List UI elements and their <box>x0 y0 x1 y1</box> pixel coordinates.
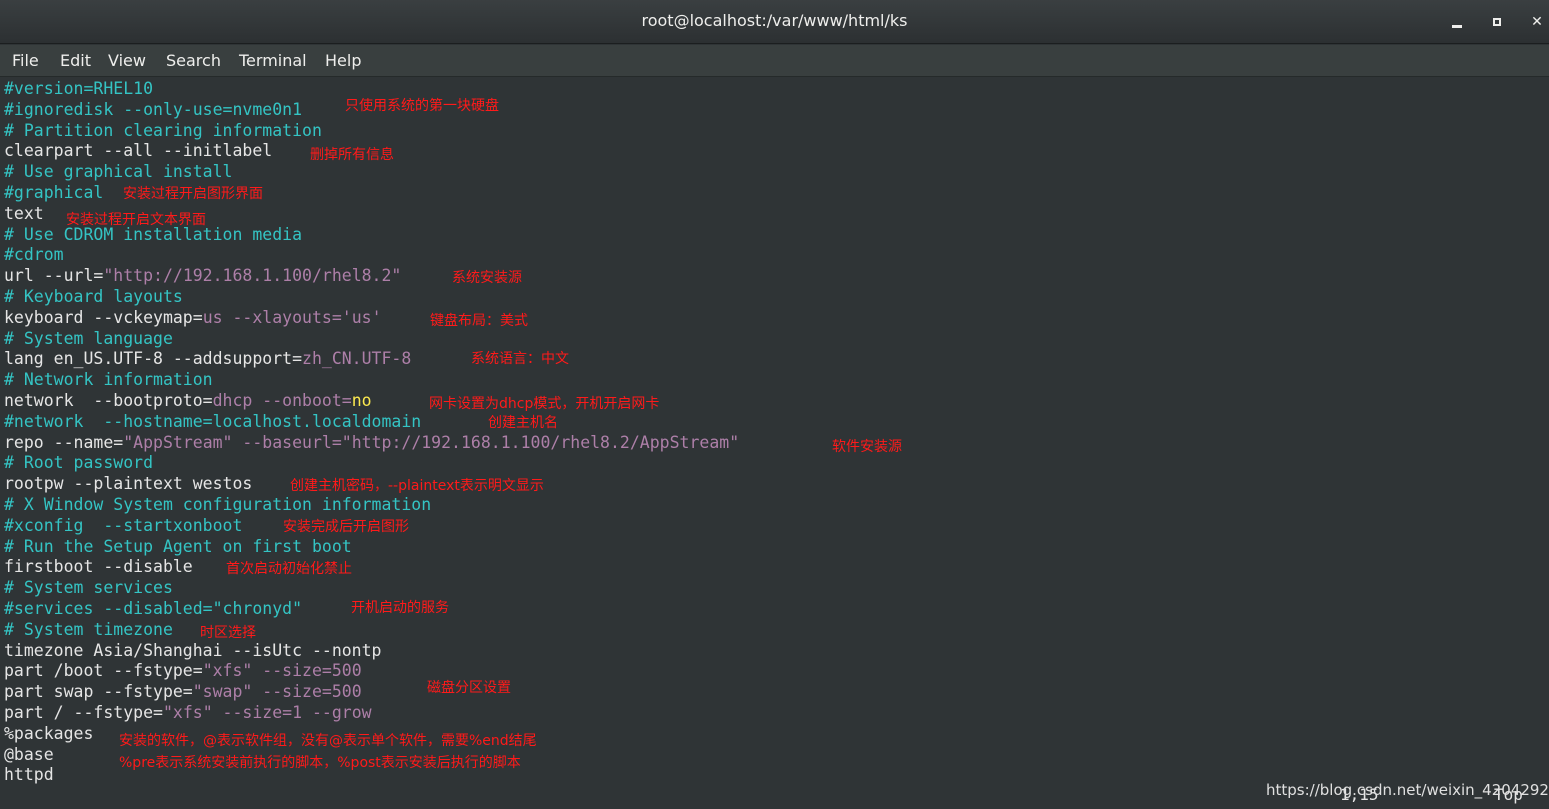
annotation: 键盘布局：美式 <box>430 313 528 329</box>
close-icon: ✕ <box>1531 14 1543 30</box>
code-line: text <box>4 204 44 223</box>
code-text: part /boot --fstype= <box>4 661 203 680</box>
code-string: dhcp <box>212 391 253 410</box>
menu-file[interactable]: File <box>12 51 39 70</box>
code-line: #network --hostname=localhost.localdomai… <box>4 412 422 431</box>
code-line: part swap --fstype="swap" --size=500 <box>4 681 362 702</box>
menu-help[interactable]: Help <box>325 51 361 70</box>
code-string: "http://192.168.1.100/rhel8.2/AppStream" <box>341 433 740 452</box>
code-line: rootpw --plaintext westos <box>4 474 253 493</box>
menu-view[interactable]: View <box>108 51 146 70</box>
code-line: #cdrom <box>4 245 64 264</box>
watermark: https://blog.csdn.net/weixin_42042926 <box>1266 781 1549 799</box>
annotation: 安装过程开启图形界面 <box>123 186 263 202</box>
code-keyword: no <box>351 391 372 410</box>
code-text: --onboot= <box>252 391 352 410</box>
code-string: "xfs" <box>162 703 213 722</box>
code-line: #xconfig --startxonboot <box>4 516 243 535</box>
code-text: --size=1 --grow <box>212 703 372 722</box>
annotation: 网卡设置为dhcp模式，开机开启网卡 <box>429 396 660 412</box>
code-line: network --bootproto=dhcp --onboot=no <box>4 390 372 411</box>
code-string: us <box>202 308 223 327</box>
code-text: part / --fstype= <box>4 703 163 722</box>
code-text: network --bootproto= <box>4 391 213 410</box>
code-line: # System services <box>4 578 173 597</box>
code-line: %packages <box>4 724 94 743</box>
annotation: %pre表示系统安装前执行的脚本，%post表示安装后执行的脚本 <box>119 755 521 771</box>
code-line: url --url="http://192.168.1.100/rhel8.2" <box>4 265 401 286</box>
annotation: 创建主机名 <box>488 415 558 431</box>
terminal-content[interactable]: #version=RHEL10 #ignoredisk --only-use=n… <box>0 78 1549 809</box>
annotation: 系统安装源 <box>452 270 522 286</box>
code-text: --xlayouts= <box>222 308 342 327</box>
code-line: repo --name="AppStream" --baseurl="http:… <box>4 432 739 453</box>
annotation: 软件安装源 <box>832 439 902 455</box>
annotation: 创建主机密码，--plaintext表示明文显示 <box>290 478 544 494</box>
annotation: 开机启动的服务 <box>351 600 449 616</box>
maximize-button[interactable] <box>1485 10 1509 34</box>
code-text: url --url= <box>4 266 104 285</box>
annotation: 只使用系统的第一块硬盘 <box>345 98 499 114</box>
window-title: root@localhost:/var/www/html/ks <box>641 11 908 30</box>
menu-edit[interactable]: Edit <box>60 51 91 70</box>
code-text: --size=500 <box>252 661 362 680</box>
code-line: # System language <box>4 329 173 348</box>
code-line: part /boot --fstype="xfs" --size=500 <box>4 660 362 681</box>
menu-bar: File Edit View Search Terminal Help <box>0 45 1549 77</box>
menu-search[interactable]: Search <box>166 51 221 70</box>
annotation: 磁盘分区设置 <box>427 680 511 696</box>
code-line: # Keyboard layouts <box>4 287 183 306</box>
code-line: #services --disabled="chronyd" <box>4 599 303 618</box>
code-text: --size=500 <box>252 682 362 701</box>
code-line: keyboard --vckeymap=us --xlayouts='us' <box>4 307 382 328</box>
code-text: lang en_US.UTF-8 --addsupport= <box>4 349 303 368</box>
code-string: zh_CN.UTF-8 <box>302 349 412 368</box>
annotation: 安装完成后开启图形 <box>283 519 409 535</box>
code-line: @base <box>4 745 54 764</box>
annotation: 时区选择 <box>200 625 256 641</box>
code-line: clearpart --all --initlabel <box>4 141 273 160</box>
minimize-icon <box>1452 25 1462 28</box>
code-string: 'us' <box>341 308 382 327</box>
code-line: # Run the Setup Agent on first boot <box>4 537 352 556</box>
code-text: repo --name= <box>4 433 124 452</box>
menu-terminal[interactable]: Terminal <box>239 51 307 70</box>
close-button[interactable]: ✕ <box>1525 10 1549 34</box>
minimize-button[interactable] <box>1445 10 1469 34</box>
annotation: 安装过程开启文本界面 <box>66 212 206 228</box>
code-line: #version=RHEL10 <box>4 79 154 98</box>
code-line: httpd <box>4 765 54 784</box>
code-string: "swap" <box>192 682 253 701</box>
code-line: # Use graphical install <box>4 162 233 181</box>
annotation: 安装的软件，@表示软件组，没有@表示单个软件，需要%end结尾 <box>119 733 537 749</box>
annotation: 系统语言：中文 <box>471 351 569 367</box>
code-line: # System timezone <box>4 620 173 639</box>
code-line: # Network information <box>4 370 213 389</box>
code-text: --baseurl= <box>232 433 342 452</box>
code-string: "http://192.168.1.100/rhel8.2" <box>103 266 402 285</box>
code-line: lang en_US.UTF-8 --addsupport=zh_CN.UTF-… <box>4 348 411 369</box>
code-text: part swap --fstype= <box>4 682 193 701</box>
code-text: keyboard --vckeymap= <box>4 308 203 327</box>
annotation: 删掉所有信息 <box>310 147 394 163</box>
code-line: # Partition clearing information <box>4 121 322 140</box>
maximize-icon <box>1493 18 1501 26</box>
code-line: #ignoredisk --only-use=nvme0n1 <box>4 100 303 119</box>
code-line: #graphical <box>4 183 104 202</box>
code-line: # X Window System configuration informat… <box>4 495 432 514</box>
title-bar: root@localhost:/var/www/html/ks ✕ <box>0 0 1549 44</box>
code-line: firstboot --disable <box>4 557 193 576</box>
code-string: "xfs" <box>202 661 253 680</box>
code-line: # Root password <box>4 453 154 472</box>
code-line: part / --fstype="xfs" --size=1 --grow <box>4 702 372 723</box>
code-line: timezone Asia/Shanghai --isUtc --nontp <box>4 641 382 660</box>
annotation: 首次启动初始化禁止 <box>226 561 352 577</box>
code-string: "AppStream" <box>123 433 233 452</box>
